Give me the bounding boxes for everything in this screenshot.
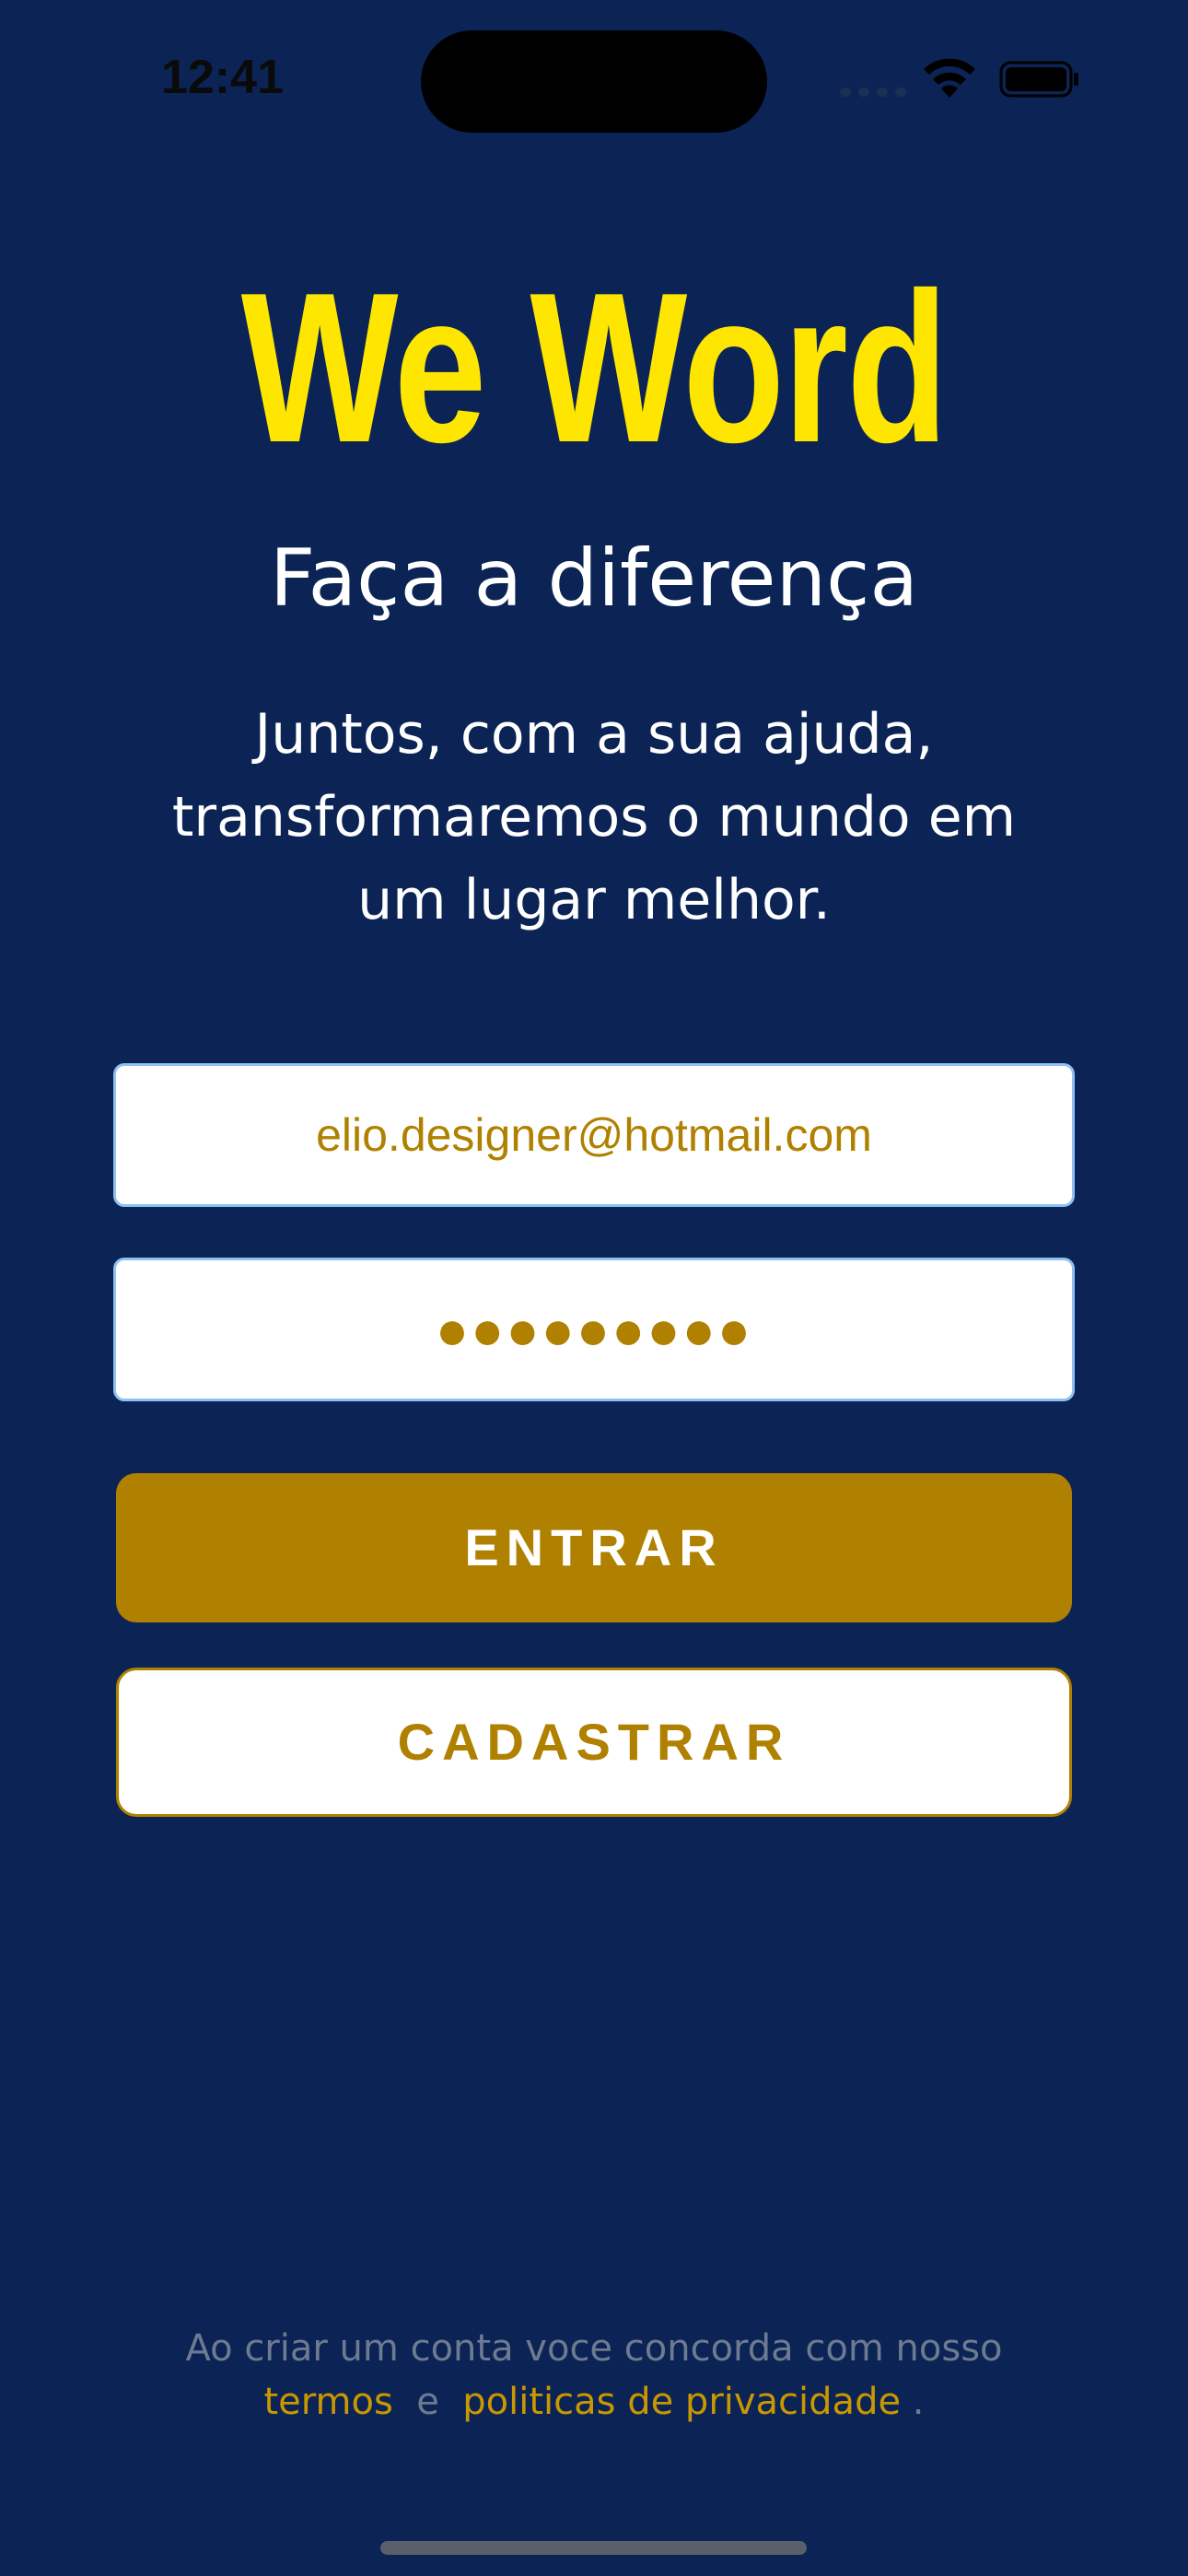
legal-conjunction: e: [416, 2381, 439, 2423]
status-time: 12:41: [161, 51, 284, 104]
legal-prefix: Ao criar um conta voce concorda com noss…: [185, 2327, 1003, 2370]
password-field[interactable]: [113, 1258, 1075, 1401]
terms-link[interactable]: termos: [263, 2381, 392, 2423]
intro-description: Juntos, com a sua ajuda, transformaremos…: [171, 702, 1017, 932]
battery-icon: [999, 61, 1078, 98]
cellular-signal-icon: [840, 82, 906, 97]
tagline: Faça a diferença: [269, 533, 919, 625]
email-field[interactable]: [113, 1063, 1075, 1207]
app-logo-title: We Word: [240, 249, 949, 487]
legal-suffix: .: [912, 2381, 925, 2423]
enter-button[interactable]: ENTRAR: [116, 1473, 1072, 1622]
home-indicator[interactable]: [380, 2541, 807, 2555]
dynamic-island: [421, 30, 767, 133]
legal-notice: Ao criar um conta voce concorda com noss…: [0, 2322, 1188, 2429]
register-button[interactable]: CADASTRAR: [116, 1668, 1072, 1817]
privacy-policy-link[interactable]: politicas de privacidade: [462, 2381, 901, 2423]
wifi-icon: [924, 58, 975, 98]
